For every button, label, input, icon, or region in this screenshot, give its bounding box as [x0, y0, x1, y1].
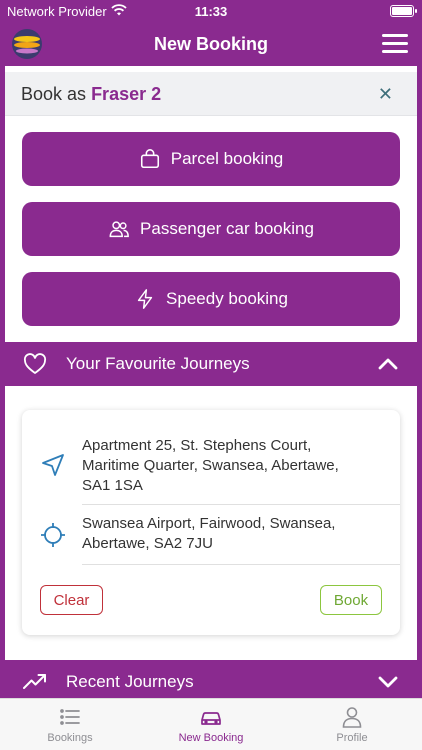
tab-bookings-label: Bookings	[47, 732, 93, 744]
favourite-journey-card: Apartment 25, St. Stephens Court, Mariti…	[22, 410, 400, 635]
recent-journeys-title: Recent Journeys	[66, 672, 194, 691]
close-icon[interactable]: ✕	[378, 85, 393, 103]
to-line: Abertawe, SA2 7JU	[82, 535, 213, 552]
heart-icon	[23, 353, 47, 374]
book-as-banner: Book as Fraser 2 ✕	[5, 72, 417, 116]
divider	[82, 504, 400, 505]
tab-bookings[interactable]: Bookings	[0, 699, 140, 750]
passenger-car-booking-button[interactable]: Passenger car booking	[22, 202, 400, 256]
from-line: Maritime Quarter, Swansea, Abertawe,	[82, 457, 339, 474]
trending-up-icon	[23, 674, 46, 689]
nav-bar: New Booking	[0, 22, 422, 66]
page-title: New Booking	[153, 34, 268, 54]
journey-from-address: Apartment 25, St. Stephens Court, Mariti…	[82, 436, 382, 496]
parcel-booking-button[interactable]: Parcel booking	[22, 132, 400, 186]
tab-bar: Bookings New Booking Profile	[0, 698, 422, 750]
parcel-booking-label: Parcel booking	[170, 149, 284, 168]
clear-button[interactable]: Clear	[40, 585, 103, 615]
book-as-label: Book as Fraser 2	[21, 84, 161, 105]
favourite-journeys-title: Your Favourite Journeys	[66, 354, 250, 373]
speedy-booking-button[interactable]: Speedy booking	[22, 272, 400, 326]
chevron-down-icon	[378, 676, 398, 688]
tab-new-booking-label: New Booking	[178, 732, 244, 744]
battery-icon	[390, 5, 417, 17]
passenger-car-booking-label: Passenger car booking	[140, 219, 314, 238]
divider	[82, 564, 400, 565]
lightning-icon	[137, 289, 153, 309]
favourite-journeys-header[interactable]: Your Favourite Journeys	[5, 342, 417, 386]
person-icon	[342, 707, 362, 728]
clock: 11:33	[194, 4, 228, 19]
bag-icon	[140, 149, 159, 169]
hamburger-menu-icon[interactable]	[382, 34, 408, 54]
book-button[interactable]: Book	[320, 585, 382, 615]
book-as-user: Fraser 2	[91, 84, 162, 104]
journey-to-address: Swansea Airport, Fairwood, Swansea, Aber…	[82, 514, 382, 554]
from-line: SA1 1SA	[82, 477, 143, 494]
people-icon	[109, 221, 129, 238]
to-line: Swansea Airport, Fairwood, Swansea,	[82, 515, 336, 532]
recent-journeys-header[interactable]: Recent Journeys	[5, 660, 417, 698]
main-content: Book as Fraser 2 ✕ Parcel booking Passen…	[5, 66, 417, 698]
tab-profile-label: Profile	[336, 732, 368, 744]
car-icon	[201, 712, 221, 725]
chevron-up-icon	[378, 358, 398, 370]
from-line: Apartment 25, St. Stephens Court,	[82, 437, 312, 454]
list-icon	[60, 709, 80, 725]
navigation-arrow-icon	[42, 454, 64, 476]
book-as-prefix: Book as	[21, 84, 87, 104]
tab-profile[interactable]: Profile	[282, 699, 422, 750]
speedy-booking-label: Speedy booking	[166, 289, 288, 308]
target-crosshair-icon	[41, 523, 65, 547]
tab-new-booking[interactable]: New Booking	[141, 699, 281, 750]
status-bar: Network Provider 11:33	[0, 0, 422, 22]
